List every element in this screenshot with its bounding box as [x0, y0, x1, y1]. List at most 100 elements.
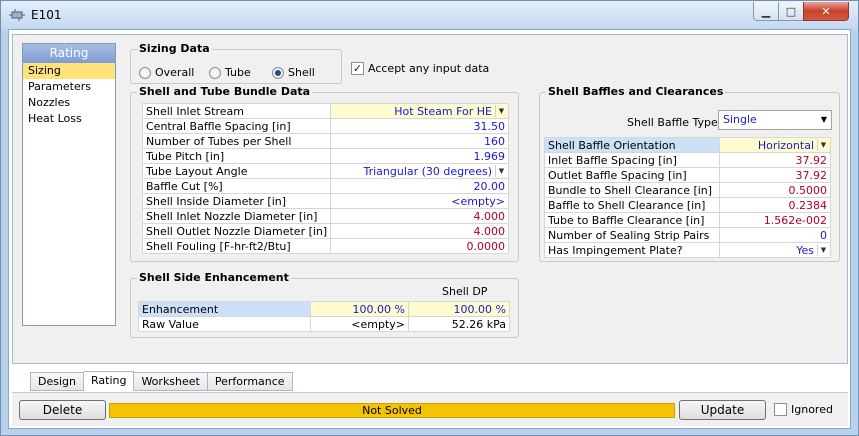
tube-baffle-clearance-value[interactable]: 1.562e-002 — [719, 212, 831, 228]
radio-shell[interactable]: Shell — [272, 66, 315, 79]
enhancement-value-2[interactable]: 100.00 % — [408, 301, 510, 317]
bundle-shell-clearance-label: Bundle to Shell Clearance [in] — [544, 182, 720, 198]
impingement-plate-dropdown[interactable]: Yes ▼ — [719, 242, 831, 258]
table-row: Shell Inlet Nozzle Diameter [in] 4.000 — [141, 208, 509, 224]
minimize-icon: ▁ — [761, 4, 771, 18]
table-row: Tube Pitch [in] 1.969 — [141, 148, 509, 164]
close-button[interactable]: ✕ — [803, 2, 849, 21]
table-row: Inlet Baffle Spacing [in] 37.92 — [544, 152, 831, 168]
raw-value-1[interactable]: <empty> — [310, 316, 409, 332]
baffles-title: Shell Baffles and Clearances — [546, 85, 726, 98]
bundle-data-title: Shell and Tube Bundle Data — [137, 85, 313, 98]
maximize-button[interactable]: □ — [778, 2, 804, 21]
impingement-plate-label: Has Impingement Plate? — [544, 242, 720, 258]
shell-fouling-value[interactable]: 0.0000 — [330, 238, 509, 254]
radio-tube[interactable]: Tube — [209, 66, 251, 79]
title-bar[interactable]: E101 ▁ □ ✕ — [1, 1, 858, 29]
shell-inlet-stream-dropdown[interactable]: Hot Steam For HE ▼ — [330, 103, 509, 119]
delete-button[interactable]: Delete — [19, 400, 106, 420]
tubes-per-shell-value[interactable]: 160 — [330, 133, 509, 149]
ignored-checkbox-wrap[interactable]: Ignored — [774, 403, 833, 416]
shell-fouling-label: Shell Fouling [F-hr-ft2/Btu] — [141, 238, 332, 254]
shell-inlet-nozzle-value[interactable]: 4.000 — [330, 208, 509, 224]
heat-exchanger-icon — [9, 9, 25, 21]
central-baffle-spacing-label: Central Baffle Spacing [in] — [141, 118, 332, 134]
tube-layout-angle-dropdown[interactable]: Triangular (30 degrees) ▼ — [330, 163, 509, 179]
window-title: E101 — [31, 8, 62, 22]
dropdown-arrow-icon[interactable]: ▼ — [495, 105, 507, 117]
status-bar: Not Solved — [109, 403, 675, 418]
table-row: Bundle to Shell Clearance [in] 0.5000 — [544, 182, 831, 198]
baffle-cut-label: Baffle Cut [%] — [141, 178, 332, 194]
tube-pitch-label: Tube Pitch [in] — [141, 148, 332, 164]
radio-tube-circle[interactable] — [209, 66, 221, 79]
outlet-baffle-spacing-value[interactable]: 37.92 — [719, 167, 831, 183]
tab-rating[interactable]: Rating — [83, 371, 135, 391]
shell-outlet-nozzle-value[interactable]: 4.000 — [330, 223, 509, 239]
chevron-down-icon[interactable]: ▼ — [821, 111, 827, 129]
client-area: Rating Sizing Parameters Nozzles Heat Lo… — [8, 29, 851, 429]
dropdown-arrow-icon[interactable]: ▼ — [817, 139, 829, 151]
impingement-plate-value: Yes — [796, 243, 814, 257]
table-row: Shell Fouling [F-hr-ft2/Btu] 0.0000 — [141, 238, 509, 254]
rating-nav: Rating Sizing Parameters Nozzles Heat Lo… — [22, 43, 116, 326]
tab-design[interactable]: Design — [30, 372, 84, 391]
baffle-type-combo[interactable]: Single ▼ — [718, 110, 832, 130]
nav-item-nozzles[interactable]: Nozzles — [23, 95, 115, 111]
baffle-type-label: Shell Baffle Type — [627, 116, 718, 129]
enhancement-grid: Enhancement 100.00 % 100.00 % Raw Value … — [138, 301, 510, 332]
dropdown-arrow-icon[interactable]: ▼ — [817, 244, 829, 256]
accept-input-checkbox[interactable]: ✓ — [351, 62, 364, 75]
radio-shell-label: Shell — [288, 66, 315, 79]
tab-worksheet[interactable]: Worksheet — [134, 372, 208, 391]
table-row: Baffle to Shell Clearance [in] 0.2384 — [544, 197, 831, 213]
radio-shell-circle[interactable] — [272, 66, 284, 79]
radio-overall[interactable]: Overall — [139, 66, 194, 79]
tube-layout-angle-value: Triangular (30 degrees) — [363, 164, 492, 178]
bottom-bar: Delete Not Solved Update Ignored — [12, 392, 848, 426]
inlet-baffle-spacing-label: Inlet Baffle Spacing [in] — [544, 152, 720, 168]
baffle-cut-value[interactable]: 20.00 — [330, 178, 509, 194]
enhancement-value-1[interactable]: 100.00 % — [310, 301, 409, 317]
tab-performance[interactable]: Performance — [207, 372, 293, 391]
update-button[interactable]: Update — [679, 400, 766, 420]
ignored-checkbox[interactable] — [774, 403, 787, 416]
dropdown-arrow-icon[interactable]: ▼ — [495, 165, 507, 177]
tube-pitch-value[interactable]: 1.969 — [330, 148, 509, 164]
table-row: Has Impingement Plate? Yes ▼ — [544, 242, 831, 258]
table-row: Raw Value <empty> 52.26 kPa — [138, 316, 510, 332]
nav-item-sizing[interactable]: Sizing — [23, 63, 115, 79]
enhancement-title: Shell Side Enhancement — [137, 271, 291, 284]
table-row: Shell Inside Diameter [in] <empty> — [141, 193, 509, 209]
rating-page: Rating Sizing Parameters Nozzles Heat Lo… — [12, 34, 848, 364]
table-row: Baffle Cut [%] 20.00 — [141, 178, 509, 194]
sealing-strip-pairs-label: Number of Sealing Strip Pairs — [544, 227, 720, 243]
minimize-button[interactable]: ▁ — [753, 2, 779, 21]
accept-input-label: Accept any input data — [368, 62, 490, 75]
tube-layout-angle-label: Tube Layout Angle — [141, 163, 332, 179]
raw-value-label: Raw Value — [138, 316, 311, 332]
sizing-data-group: Sizing Data Overall Tube Shell — [130, 42, 342, 84]
window: E101 ▁ □ ✕ Rating Sizing Parameters Nozz… — [0, 0, 859, 436]
inlet-baffle-spacing-value[interactable]: 37.92 — [719, 152, 831, 168]
accept-input-checkbox-wrap[interactable]: ✓ Accept any input data — [351, 62, 489, 75]
sealing-strip-pairs-value[interactable]: 0 — [719, 227, 831, 243]
raw-value-2[interactable]: 52.26 kPa — [408, 316, 510, 332]
tube-baffle-clearance-label: Tube to Baffle Clearance [in] — [544, 212, 720, 228]
radio-overall-circle[interactable] — [139, 66, 151, 79]
bundle-shell-clearance-value[interactable]: 0.5000 — [719, 182, 831, 198]
nav-item-parameters[interactable]: Parameters — [23, 79, 115, 95]
baffle-shell-clearance-value[interactable]: 0.2384 — [719, 197, 831, 213]
table-row: Shell Baffle Orientation Horizontal ▼ — [544, 137, 831, 153]
ignored-label: Ignored — [791, 403, 833, 416]
nav-header: Rating — [23, 44, 115, 63]
baffle-orientation-dropdown[interactable]: Horizontal ▼ — [719, 137, 831, 153]
baffle-type-value: Single — [723, 113, 757, 126]
central-baffle-spacing-value[interactable]: 31.50 — [330, 118, 509, 134]
baffle-shell-clearance-label: Baffle to Shell Clearance [in] — [544, 197, 720, 213]
bundle-grid: Shell Inlet Stream Hot Steam For HE ▼ Cen… — [141, 103, 509, 254]
shell-inlet-stream-value: Hot Steam For HE — [394, 104, 492, 118]
shell-outlet-nozzle-label: Shell Outlet Nozzle Diameter [in] — [141, 223, 332, 239]
shell-inside-diameter-value[interactable]: <empty> — [330, 193, 509, 209]
nav-item-heat-loss[interactable]: Heat Loss — [23, 111, 115, 127]
